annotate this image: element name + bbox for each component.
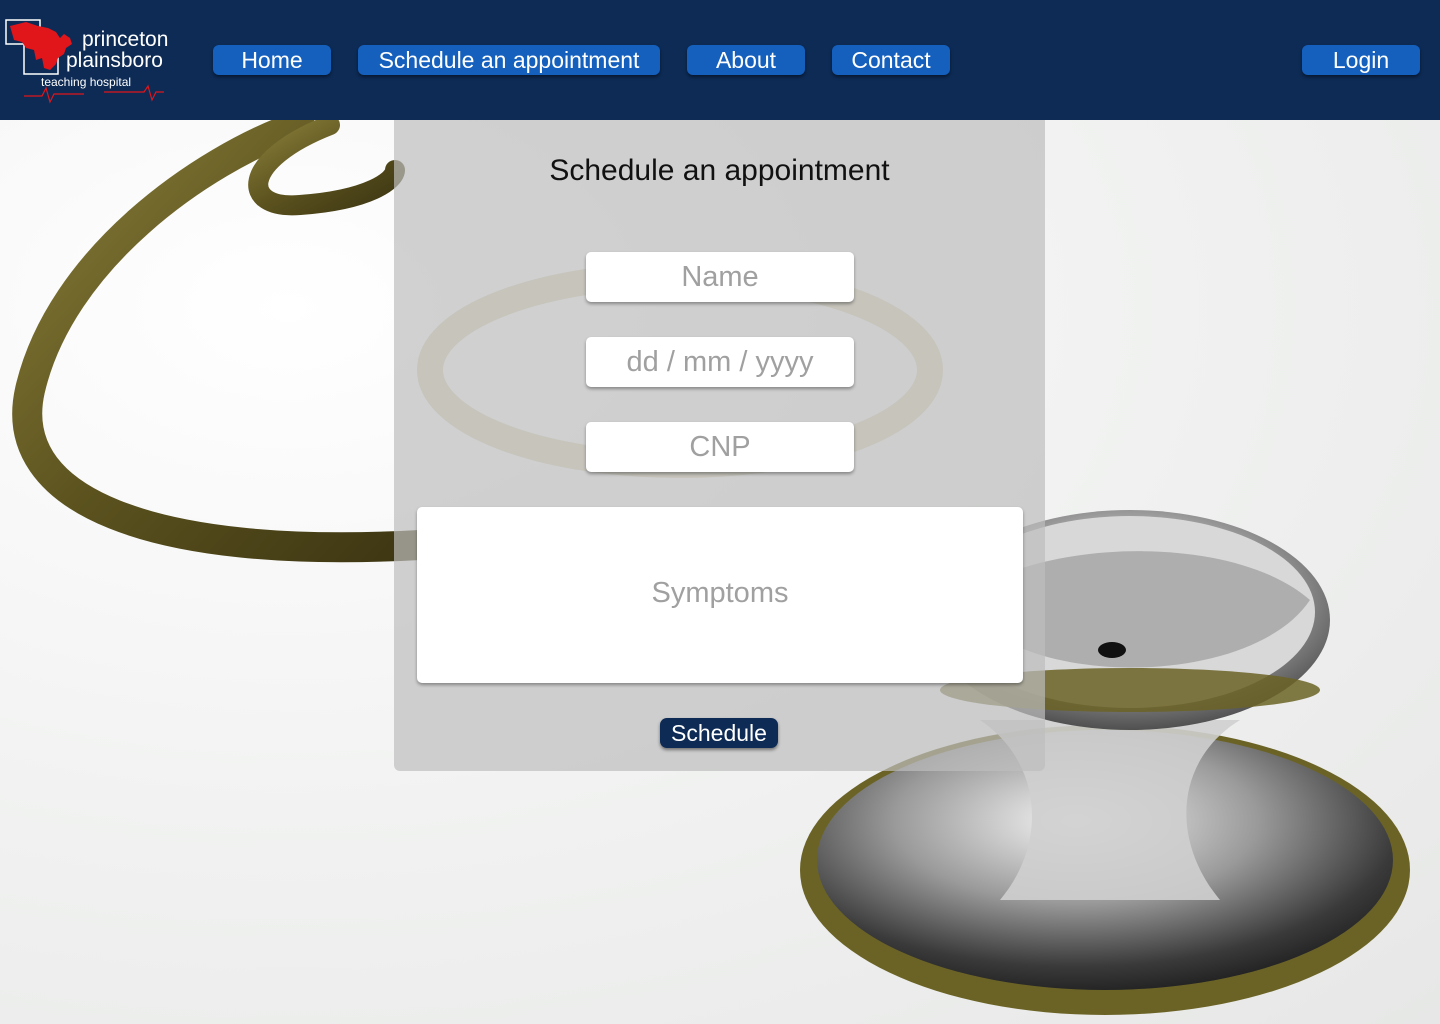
login-button[interactable]: Login <box>1302 45 1420 75</box>
date-input[interactable] <box>586 337 854 387</box>
symptoms-textarea[interactable] <box>417 507 1023 683</box>
logo-text-plainsboro: plainsboro <box>66 49 163 72</box>
top-navbar: princeton plainsboro teaching hospital H… <box>0 0 1440 120</box>
nav-about-button[interactable]: About <box>687 45 805 75</box>
name-input[interactable] <box>586 252 854 302</box>
schedule-submit-button[interactable]: Schedule <box>660 718 778 748</box>
heartbeat-line-icon <box>104 84 164 102</box>
form-title: Schedule an appointment <box>549 154 890 187</box>
appointment-form-card: Schedule an appointment Schedule <box>394 120 1045 771</box>
cnp-input[interactable] <box>586 422 854 472</box>
nav-home-button[interactable]: Home <box>213 45 331 75</box>
hospital-logo[interactable]: princeton plainsboro teaching hospital <box>4 14 174 104</box>
nav-contact-button[interactable]: Contact <box>832 45 950 75</box>
nav-schedule-appointment-button[interactable]: Schedule an appointment <box>358 45 660 75</box>
